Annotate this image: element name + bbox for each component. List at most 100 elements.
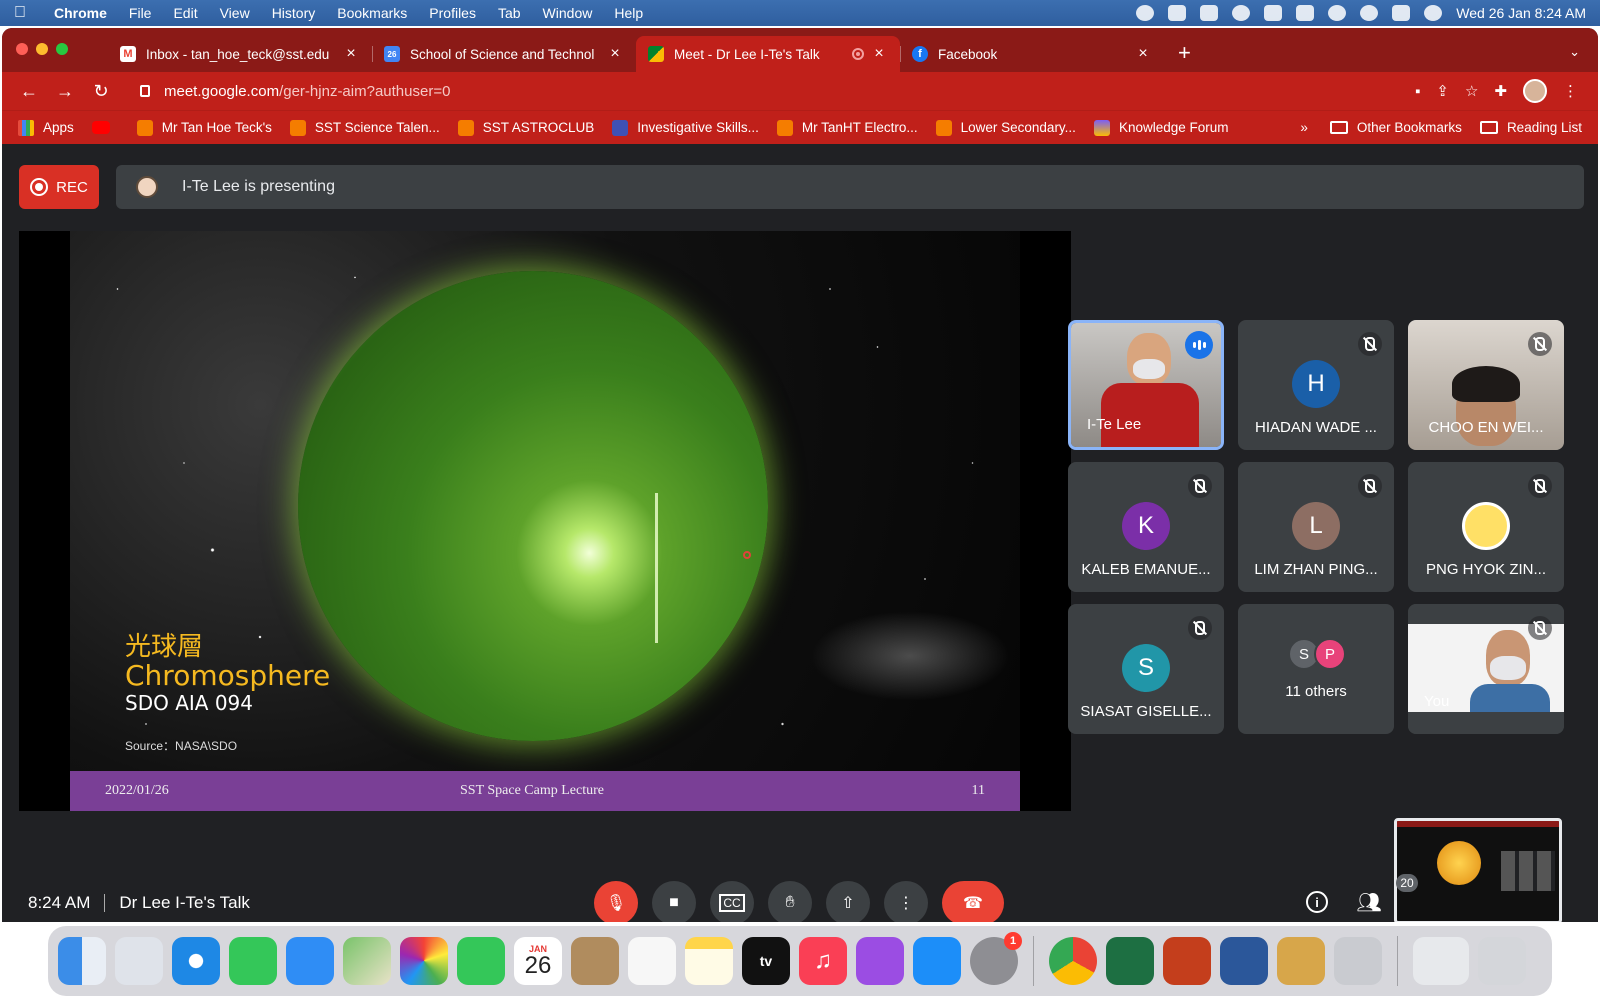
forward-button[interactable]: → <box>48 76 82 106</box>
close-tab-icon[interactable]: × <box>870 45 888 63</box>
spotlight-search-icon[interactable] <box>1360 5 1379 21</box>
menubar-clock[interactable]: Wed 26 Jan 8:24 AM <box>1456 5 1586 21</box>
menu-bookmarks[interactable]: Bookmarks <box>337 5 407 21</box>
bookmark-lower-secondary[interactable]: Lower Secondary... <box>935 119 1076 136</box>
system-preferences-icon[interactable]: 1 <box>970 932 1022 985</box>
bookmark-mr-tan-hoe-teck[interactable]: Mr Tan Hoe Teck's <box>136 119 272 136</box>
menu-tab[interactable]: Tab <box>498 5 521 21</box>
tab-search-chevron-icon[interactable]: ⌄ <box>1569 44 1580 60</box>
reminders-icon[interactable] <box>628 937 676 985</box>
apple-tv-icon[interactable]: tv <box>742 937 790 985</box>
participant-tile[interactable]: H HIADAN WADE ... <box>1238 320 1394 450</box>
bookmark-sst-astroclub[interactable]: SST ASTROCLUB <box>457 119 594 136</box>
apple-menu-icon[interactable]:  <box>14 4 36 22</box>
powerpoint-icon[interactable] <box>1163 937 1211 985</box>
menu-view[interactable]: View <box>220 5 250 21</box>
trash-icon[interactable] <box>1478 937 1526 985</box>
bookmark-mr-tanht-electro[interactable]: Mr TanHT Electro... <box>776 119 918 136</box>
extensions-icon[interactable]: ✚ <box>1494 82 1507 100</box>
close-tab-icon[interactable]: × <box>342 45 360 63</box>
present-button[interactable]: ⇧ <box>826 881 870 922</box>
participant-tile[interactable]: S SIASAT GISELLE... <box>1068 604 1224 734</box>
globe-icon[interactable] <box>1232 5 1251 21</box>
tab-meet[interactable]: Meet - Dr Lee I-Te's Talk × <box>636 36 900 72</box>
finder-icon[interactable] <box>58 937 106 985</box>
facetime-icon[interactable] <box>457 937 505 985</box>
status-notification-icon[interactable] <box>1200 5 1219 21</box>
more-bookmarks-chevron-icon[interactable]: » <box>1300 120 1308 135</box>
menu-file[interactable]: File <box>129 5 152 21</box>
leave-call-button[interactable]: ☎︎ <box>942 881 1004 922</box>
address-bar[interactable]: meet.google.com /ger-hjnz-aim?authuser=0 <box>128 76 1407 106</box>
bookmark-star-icon[interactable]: ☆ <box>1465 82 1478 100</box>
camera-permission-icon[interactable]: ▪ <box>1415 83 1420 100</box>
self-tile[interactable]: You <box>1408 604 1564 734</box>
photos-icon[interactable] <box>400 937 448 985</box>
other-bookmarks[interactable]: Other Bookmarks <box>1329 120 1462 135</box>
contacts-icon[interactable] <box>571 937 619 985</box>
bookmark-youtube[interactable] <box>91 121 119 134</box>
presentation-preview-thumbnail[interactable] <box>1394 818 1562 922</box>
music-icon[interactable]: ♫ <box>799 937 847 985</box>
reading-list[interactable]: Reading List <box>1479 120 1582 135</box>
people-button[interactable]: 👥︎ <box>1354 887 1384 917</box>
tab-gmail[interactable]: M Inbox - tan_hoe_teck@sst.edu × <box>108 36 372 72</box>
close-tab-icon[interactable]: × <box>1134 45 1152 63</box>
bookmark-investigative-skills[interactable]: Investigative Skills... <box>612 119 759 136</box>
meeting-info-button[interactable]: i <box>1302 887 1332 917</box>
menu-help[interactable]: Help <box>614 5 643 21</box>
raise-hand-button[interactable]: ✋︎ <box>768 881 812 922</box>
tab-school-calendar[interactable]: 26 School of Science and Technol × <box>372 36 636 72</box>
launchpad-icon[interactable] <box>115 937 163 985</box>
mail-icon[interactable] <box>286 937 334 985</box>
fullscreen-window-button[interactable] <box>56 43 68 55</box>
profile-avatar[interactable] <box>1523 79 1547 103</box>
mic-off-button[interactable]: 🎙︎ <box>594 881 638 922</box>
participant-tile[interactable]: CHOO EN WEI... <box>1408 320 1564 450</box>
close-tab-icon[interactable]: × <box>606 45 624 63</box>
bookmark-knowledge-forum[interactable]: Knowledge Forum <box>1093 119 1229 136</box>
menu-edit[interactable]: Edit <box>173 5 197 21</box>
status-security-icon[interactable] <box>1168 5 1187 21</box>
back-button[interactable]: ← <box>12 76 46 106</box>
printer-icon[interactable] <box>1334 937 1382 985</box>
lock-icon[interactable] <box>140 85 150 97</box>
app-store-icon[interactable] <box>913 937 961 985</box>
participant-tile[interactable]: I-Te Lee <box>1068 320 1224 450</box>
camera-button[interactable]: ■ <box>652 881 696 922</box>
calendar-app-icon[interactable]: JAN 26 <box>514 937 562 985</box>
participant-tile[interactable]: PNG HYOK ZIN... <box>1408 462 1564 592</box>
menu-profiles[interactable]: Profiles <box>429 5 476 21</box>
participant-tile[interactable]: K KALEB EMANUE... <box>1068 462 1224 592</box>
chrome-icon[interactable] <box>1049 937 1097 985</box>
input-source-icon[interactable] <box>1264 5 1283 21</box>
minimize-window-button[interactable] <box>36 43 48 55</box>
control-center-icon[interactable] <box>1392 5 1411 21</box>
share-icon[interactable]: ⇪ <box>1436 82 1449 100</box>
chrome-menu-icon[interactable]: ⋮ <box>1563 82 1578 100</box>
recording-button[interactable]: REC <box>19 165 99 209</box>
podcasts-icon[interactable] <box>856 937 904 985</box>
battery-icon[interactable] <box>1296 5 1315 21</box>
more-options-button[interactable]: ⋮ <box>884 881 928 922</box>
captions-button[interactable]: CC <box>710 881 754 922</box>
paint-icon[interactable] <box>1277 937 1325 985</box>
others-tile[interactable]: S P 11 others <box>1238 604 1394 734</box>
participant-tile[interactable]: L LIM ZHAN PING... <box>1238 462 1394 592</box>
tab-facebook[interactable]: f Facebook × <box>900 36 1164 72</box>
maps-icon[interactable] <box>343 937 391 985</box>
menu-app-name[interactable]: Chrome <box>54 5 107 21</box>
menu-history[interactable]: History <box>272 5 316 21</box>
excel-icon[interactable] <box>1106 937 1154 985</box>
notes-icon[interactable] <box>685 937 733 985</box>
bookmark-apps[interactable]: Apps <box>18 119 74 136</box>
wifi-icon[interactable] <box>1328 5 1347 21</box>
messages-icon[interactable] <box>229 937 277 985</box>
reload-button[interactable]: ↻ <box>84 76 118 106</box>
close-window-button[interactable] <box>16 43 28 55</box>
safari-icon[interactable] <box>172 937 220 985</box>
bookmark-sst-science-talent[interactable]: SST Science Talen... <box>289 119 440 136</box>
word-icon[interactable] <box>1220 937 1268 985</box>
status-app-icon[interactable] <box>1136 5 1155 21</box>
menu-window[interactable]: Window <box>543 5 593 21</box>
